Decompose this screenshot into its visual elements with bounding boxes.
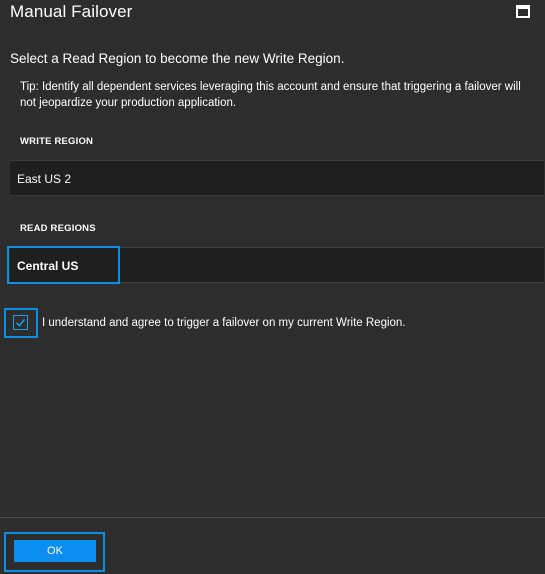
ok-button[interactable]: OK: [14, 540, 96, 562]
instruction-text: Select a Read Region to become the new W…: [10, 51, 345, 66]
read-region-item-label: Central US: [17, 259, 79, 273]
agreement-label[interactable]: I understand and agree to trigger a fail…: [42, 316, 406, 331]
footer-divider: [0, 517, 545, 518]
checkmark-icon: [15, 318, 26, 327]
maximize-icon[interactable]: [516, 5, 530, 18]
tip-text: Tip: Identify all dependent services lev…: [20, 81, 521, 109]
ok-button-focus-ring: OK: [4, 532, 105, 572]
write-region-label: WRITE REGION: [20, 136, 94, 147]
write-region-field: East US 2: [10, 160, 544, 196]
read-regions-label: READ REGIONS: [20, 223, 96, 234]
write-region-value: East US 2: [17, 172, 72, 186]
agree-checkbox[interactable]: [4, 308, 38, 338]
read-region-item-central-us[interactable]: Central US: [10, 247, 544, 283]
window-title: Manual Failover: [10, 2, 133, 21]
checkbox-box[interactable]: [13, 315, 28, 330]
